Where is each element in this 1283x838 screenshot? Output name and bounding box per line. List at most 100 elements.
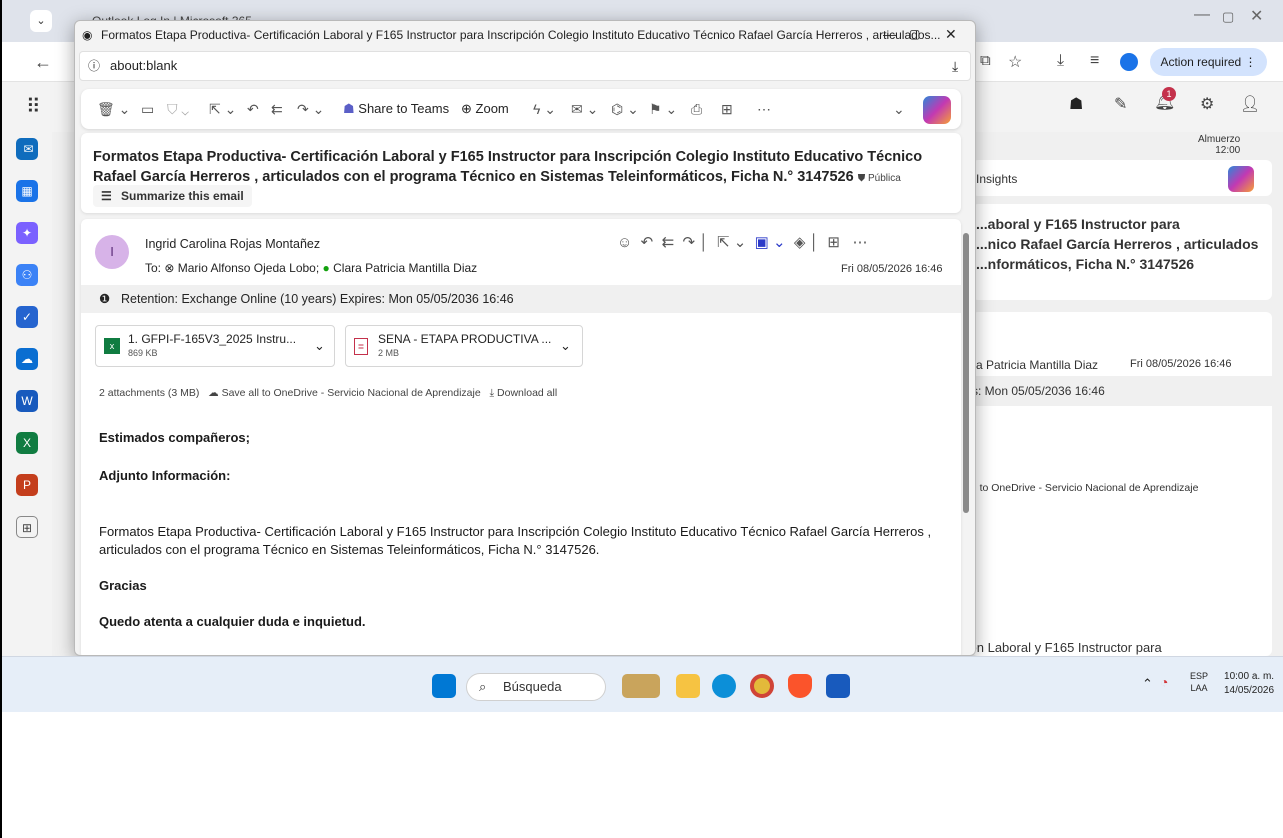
edge-icon[interactable]: [712, 674, 736, 698]
tab-search-icon[interactable]: ⌄: [30, 10, 52, 32]
flag-icon[interactable]: ⚑ ⌄: [649, 99, 677, 119]
avatar[interactable]: I: [95, 235, 129, 269]
quick-steps-icon[interactable]: ϟ ⌄: [533, 99, 556, 119]
forward-icon[interactable]: ↷: [683, 234, 696, 251]
popup-close-icon[interactable]: ✕: [945, 26, 957, 43]
body-intro: Adjunto Información:: [99, 468, 231, 483]
close-window-icon[interactable]: ✕: [1250, 6, 1263, 26]
message-card: I Ingrid Carolina Rojas Montañez To: ⊗ M…: [81, 219, 961, 655]
attachment-2[interactable]: ≣ SENA - ETAPA PRODUCTIVA ... 2 MB ⌄: [345, 325, 583, 367]
action-required-button[interactable]: Action required ⋮: [1150, 48, 1267, 76]
subject-text: Formatos Etapa Productiva- Certificación…: [93, 149, 923, 185]
bg-expires: s: Mon 05/05/2036 16:46: [972, 384, 1105, 398]
zoom-button[interactable]: ⊕ Zoom: [461, 99, 509, 119]
taskbar-search[interactable]: ⌕ Búsqueda: [466, 673, 606, 701]
popup-maximize-icon[interactable]: ▢: [909, 27, 920, 41]
start-icon[interactable]: [432, 674, 456, 698]
copilot-icon[interactable]: ✦: [16, 222, 38, 244]
save-all-label: Save all to OneDrive - Servicio Nacional…: [221, 387, 481, 399]
summarize-button[interactable]: ☰ Summarize this email: [93, 185, 252, 207]
widgets-icon[interactable]: [622, 674, 660, 698]
apps-icon[interactable]: ⊞: [827, 234, 840, 251]
network-alert-icon[interactable]: ◔: [1160, 674, 1168, 690]
sender-name[interactable]: Ingrid Carolina Rojas Montañez: [145, 237, 320, 251]
body-closing: Quedo atenta a cualquier duda e inquietu…: [99, 614, 366, 629]
emoji-react-icon[interactable]: ☺: [617, 234, 632, 251]
move-icon[interactable]: ⇱ ⌄: [209, 99, 236, 119]
bookmark-star-icon[interactable]: ☆: [1008, 52, 1022, 72]
acrobat-icon[interactable]: ▣ ⌄: [755, 234, 786, 251]
profile-avatar[interactable]: [1120, 53, 1138, 71]
todo-icon[interactable]: ✓: [16, 306, 38, 328]
app-launcher-icon[interactable]: ⠿: [26, 94, 41, 119]
chevron-down-icon[interactable]: ⌄: [560, 338, 571, 354]
download-all-link[interactable]: ⤓ Download all: [489, 387, 557, 399]
language-indicator[interactable]: ESP LAA: [1190, 670, 1208, 694]
move-icon[interactable]: ⇱ ⌄: [717, 234, 746, 251]
whiteboard-icon[interactable]: ✎: [1114, 94, 1127, 114]
reply-all-icon[interactable]: ⇇: [271, 99, 283, 119]
more-actions-icon[interactable]: ⋯: [852, 234, 867, 251]
maximize-icon[interactable]: ▢: [1222, 9, 1234, 25]
print-icon[interactable]: ⎙: [691, 99, 702, 119]
chrome-icon[interactable]: [750, 674, 774, 698]
teams-icon[interactable]: ☗: [1069, 94, 1083, 114]
recipient-2[interactable]: Clara Patricia Mantilla Diaz: [333, 261, 477, 275]
expand-toolbar-icon[interactable]: ⌄: [893, 99, 905, 119]
settings-gear-icon[interactable]: ⚙: [1200, 94, 1214, 114]
copilot-icon[interactable]: [923, 96, 951, 124]
download-icon[interactable]: ⤓: [1057, 52, 1064, 70]
popup-scrollbar[interactable]: [963, 233, 969, 513]
mark-read-icon[interactable]: ✉ ⌄: [571, 99, 598, 119]
powerpoint-icon[interactable]: P: [16, 474, 38, 496]
people-icon[interactable]: ⚇: [16, 264, 38, 286]
info-icon[interactable]: ⓘ: [88, 52, 100, 80]
calendar-reminder[interactable]: Almuerzo 12:00: [1198, 134, 1240, 156]
info-icon: ❶: [99, 292, 111, 306]
cast-icon[interactable]: ⧉: [980, 52, 991, 69]
download-icon[interactable]: ⤓: [952, 52, 958, 80]
download-icon: ⤓: [489, 387, 495, 399]
tag-icon[interactable]: ⌬ ⌄: [611, 99, 639, 119]
popup-minimize-icon[interactable]: —: [883, 27, 896, 42]
file-explorer-icon[interactable]: [676, 674, 700, 698]
insights-label[interactable]: Insights: [976, 172, 1017, 186]
forward-icon[interactable]: ↷ ⌄: [297, 99, 324, 119]
report-icon[interactable]: ⛉ ⌄: [167, 99, 189, 119]
reply-icon[interactable]: ↶: [641, 234, 654, 251]
save-all-onedrive-link[interactable]: ☁ Save all to OneDrive - Servicio Nacion…: [208, 387, 481, 399]
attachment-name: SENA - ETAPA PRODUCTIVA ...: [378, 332, 552, 346]
archive-icon[interactable]: ▭: [141, 99, 154, 119]
background-subject-card: ...aboral y F165 Instructor para ...nico…: [972, 204, 1272, 300]
to-label: To:: [145, 261, 162, 275]
attachment-1[interactable]: x 1. GFPI-F-165V3_2025 Instru... 869 KB …: [95, 325, 335, 367]
chevron-down-icon[interactable]: ⌄: [314, 338, 325, 354]
more-options-icon[interactable]: ⋯: [757, 99, 771, 119]
onedrive-icon[interactable]: ☁: [16, 348, 38, 370]
word-taskbar-icon[interactable]: [826, 674, 850, 698]
excel-icon[interactable]: X: [16, 432, 38, 454]
reply-all-icon[interactable]: ⇇: [662, 234, 675, 251]
reading-list-icon[interactable]: ≡: [1090, 52, 1099, 70]
word-icon[interactable]: W: [16, 390, 38, 412]
account-icon[interactable]: 👤︎: [1240, 94, 1260, 114]
background-mail-card: ra Patricia Mantilla Diaz Fri 08/05/2026…: [972, 312, 1272, 656]
apps-icon[interactable]: ⊞: [721, 99, 733, 119]
system-clock[interactable]: 10:00 a. m. 14/05/2026: [1224, 670, 1274, 698]
copilot-icon[interactable]: [1228, 166, 1254, 192]
more-apps-icon[interactable]: ⊞: [16, 516, 38, 538]
show-hidden-icons[interactable]: ⌃: [1142, 676, 1153, 692]
calendar-icon[interactable]: ▦: [16, 180, 38, 202]
sensitivity-badge[interactable]: ⛊ Pública: [858, 173, 901, 184]
mail-icon[interactable]: ✉: [16, 138, 38, 160]
reply-icon[interactable]: ↶: [247, 99, 259, 119]
brave-icon[interactable]: [788, 674, 812, 698]
delete-icon[interactable]: 🗑︎ ⌄: [97, 99, 130, 119]
share-to-teams-button[interactable]: ☗ Share to Teams: [343, 99, 449, 119]
loop-icon[interactable]: ◈: [794, 234, 806, 251]
back-icon[interactable]: ←: [34, 52, 52, 73]
popup-address-bar[interactable]: ⓘ about:blank ⤓: [79, 51, 971, 81]
minimize-icon[interactable]: —: [1194, 6, 1210, 24]
recipients-line: To: ⊗ Mario Alfonso Ojeda Lobo; ● Clara …: [145, 261, 477, 275]
recipient-1[interactable]: Mario Alfonso Ojeda Lobo;: [178, 261, 319, 275]
